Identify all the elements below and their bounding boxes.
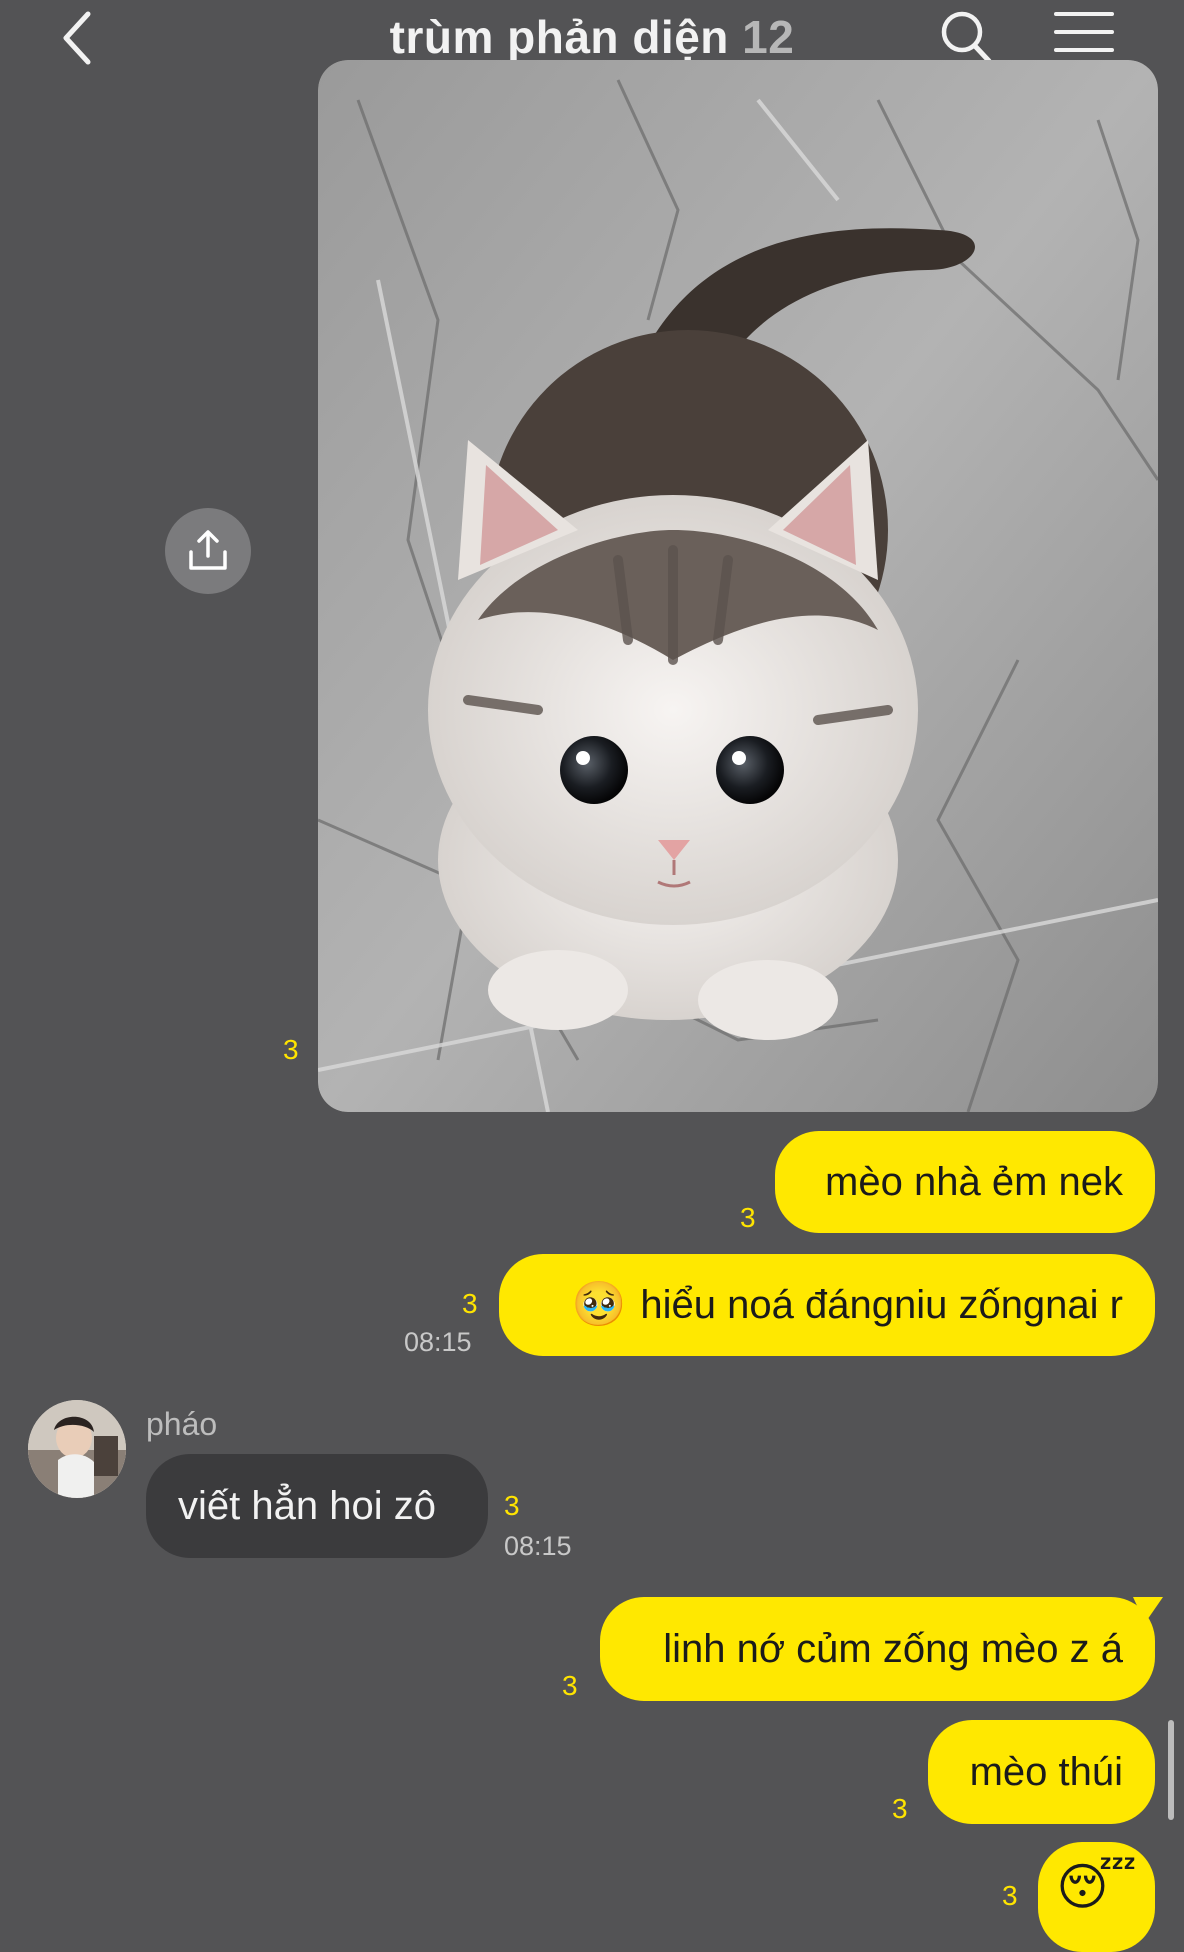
message-text: viết hẳn hoi zô [178,1484,436,1528]
unread-count: 3 [504,1490,520,1521]
unread-count: 3 [1002,1880,1018,1911]
unread-count: 3 [740,1202,756,1233]
chat-bubble[interactable]: mèo nhà ẻm nek [775,1131,1155,1233]
pleading-face-icon: 🥹 [571,1280,627,1329]
chat-bubble[interactable]: 🥹 hiểu noá đángniu zốngnai r [499,1254,1155,1356]
search-icon [941,11,992,64]
hamburger-menu-icon [1054,12,1114,52]
share-button[interactable] [165,508,251,594]
kitten-photo [318,60,1158,1112]
search-button[interactable] [938,6,994,66]
photo-message[interactable] [318,60,1158,1112]
message-time: 08:15 [504,1531,572,1561]
menu-button[interactable] [1054,10,1114,60]
bubble-tail [1133,1597,1163,1623]
chat-bubble[interactable]: mèo thúi [928,1720,1155,1824]
chat-title: trùm phản diện 12 [0,10,1184,64]
scrollbar[interactable] [1168,1720,1174,1820]
unread-count: 3 [283,1034,299,1065]
message-text: hiểu noá đángniu zốngnai r [640,1283,1123,1327]
message-time: 08:15 [404,1327,472,1357]
sender-name: pháo [146,1406,218,1442]
avatar[interactable] [28,1400,126,1498]
unread-count: 3 [462,1288,478,1319]
chat-bubble[interactable]: viết hẳn hoi zô [146,1454,488,1558]
member-count: 12 [742,11,795,63]
chat-bubble[interactable]: 😴 [1038,1842,1155,1952]
share-upload-icon [189,530,227,570]
message-text: mèo thúi [969,1750,1123,1794]
unread-count: 3 [562,1670,578,1701]
chat-name: trùm phản diện [389,11,729,63]
message-text: linh nớ củm zống mèo z á [663,1627,1123,1671]
unread-count: 3 [892,1793,908,1824]
message-text: mèo nhà ẻm nek [825,1160,1123,1204]
profile-photo [28,1400,126,1498]
sleeping-face-icon: 😴 [1056,1859,1137,1915]
chat-bubble[interactable]: linh nớ củm zống mèo z á [600,1597,1163,1701]
